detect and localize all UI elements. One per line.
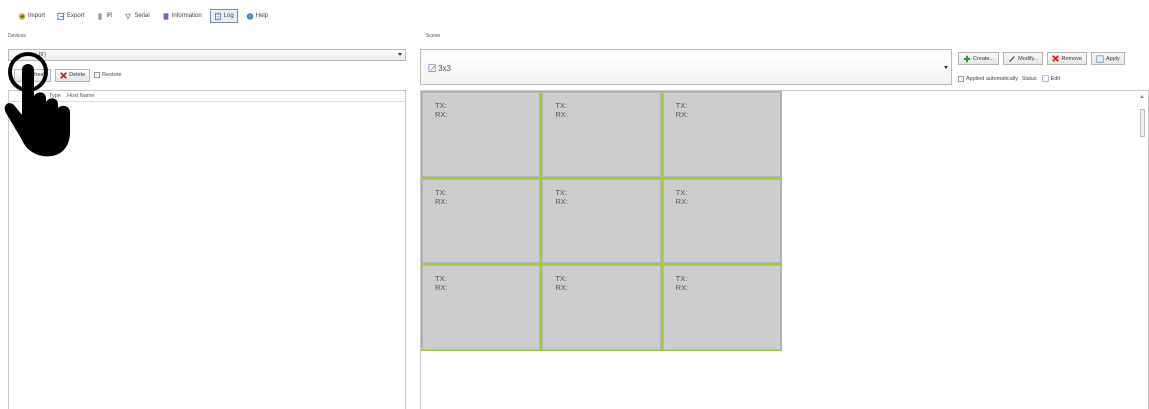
device-selector-value: ltr) bbox=[39, 52, 46, 58]
information-button[interactable]: Information bbox=[158, 9, 206, 23]
ir-label: IR bbox=[106, 13, 113, 19]
cell-rx: RX: bbox=[675, 283, 689, 293]
scene-cell[interactable]: TX: RX: bbox=[542, 92, 661, 177]
help-button[interactable]: ? Help bbox=[242, 9, 272, 23]
ir-icon bbox=[98, 12, 102, 20]
cell-rx: RX: bbox=[435, 283, 448, 293]
svg-text:?: ? bbox=[248, 14, 251, 20]
export-button[interactable]: Export bbox=[53, 9, 88, 23]
information-icon bbox=[163, 12, 169, 20]
help-icon: ? bbox=[246, 12, 253, 20]
devices-section-label: Devices bbox=[8, 33, 26, 39]
device-list-header: Type Host Name bbox=[9, 91, 405, 102]
create-button[interactable]: Create... bbox=[958, 52, 1000, 65]
pencil-icon bbox=[1009, 55, 1015, 62]
app-window: Import Export IR Serial Information Log … bbox=[0, 0, 1149, 409]
chevron-down-icon bbox=[944, 66, 948, 69]
log-button[interactable]: Log bbox=[209, 9, 238, 23]
device-list[interactable]: Type Host Name bbox=[8, 90, 406, 409]
scene-cell[interactable]: TX: RX: bbox=[422, 178, 541, 264]
serial-icon bbox=[125, 13, 132, 20]
scene-options: Applied automatically Status: Edit bbox=[958, 75, 1060, 82]
log-label: Log bbox=[223, 13, 234, 19]
import-button[interactable]: Import bbox=[14, 9, 49, 23]
delete-button[interactable]: Delete bbox=[55, 68, 91, 82]
edit-label: Edit bbox=[1050, 75, 1061, 82]
cell-rx: RX: bbox=[675, 196, 689, 206]
status-label: Status: bbox=[1021, 75, 1038, 82]
scene-cell[interactable]: TX: RX: bbox=[662, 265, 781, 350]
scroll-up-icon[interactable] bbox=[1140, 95, 1144, 98]
apply-icon bbox=[1096, 54, 1104, 63]
scene-cell[interactable]: TX: RX: bbox=[542, 178, 661, 264]
scene-section-label: Scene bbox=[426, 33, 441, 39]
edit-toggle[interactable]: Edit bbox=[1041, 75, 1061, 82]
scene-grid-3x3: TX: RX: TX: RX: TX: RX: TX: RX: TX: RX: TX: RX… bbox=[421, 91, 782, 351]
import-label: Import bbox=[28, 13, 46, 19]
edit-icon bbox=[1041, 75, 1049, 82]
remove-button[interactable]: Remove bbox=[1047, 52, 1087, 65]
scene-cell[interactable]: TX: RX: bbox=[662, 178, 781, 264]
restore-label: Restore bbox=[102, 72, 122, 78]
serial-label: Serial bbox=[134, 13, 150, 19]
cell-tx: TX: bbox=[555, 274, 567, 284]
plus-icon bbox=[963, 55, 971, 62]
apply-label: Apply bbox=[1105, 55, 1120, 62]
cell-tx: TX: bbox=[555, 101, 567, 110]
cell-tx: TX: bbox=[675, 187, 688, 197]
cell-rx: RX: bbox=[675, 110, 689, 119]
scene-edit-icon bbox=[428, 63, 436, 73]
cell-tx: TX: bbox=[435, 274, 447, 284]
restore-checkbox-box[interactable] bbox=[94, 72, 101, 78]
refresh-label: Refresh bbox=[27, 72, 47, 78]
ir-button[interactable]: IR bbox=[92, 9, 116, 23]
export-icon bbox=[57, 12, 65, 20]
scene-cell[interactable]: TX: RX: bbox=[662, 92, 781, 177]
cell-tx: TX: bbox=[555, 187, 567, 197]
scene-cell[interactable]: TX: RX: bbox=[422, 92, 541, 177]
applied-automatically-label: Applied automatically bbox=[966, 75, 1018, 82]
scrollbar-thumb[interactable] bbox=[1140, 109, 1145, 137]
scene-selector[interactable]: 3x3 bbox=[420, 49, 952, 85]
log-icon bbox=[214, 12, 221, 20]
restore-checkbox[interactable]: Restore bbox=[94, 72, 121, 78]
cell-rx: RX: bbox=[435, 196, 448, 206]
import-icon bbox=[18, 12, 26, 20]
device-actions: Refresh Delete Restore bbox=[14, 68, 121, 82]
cell-rx: RX: bbox=[435, 110, 448, 119]
cell-tx: TX: bbox=[435, 101, 447, 110]
information-label: Information bbox=[171, 13, 202, 19]
modify-button[interactable]: Modify... bbox=[1003, 52, 1044, 65]
delete-label: Delete bbox=[69, 72, 86, 78]
applied-automatically-box[interactable] bbox=[958, 75, 964, 82]
modify-label: Modify... bbox=[1018, 55, 1039, 62]
column-header-host-name[interactable]: Host Name bbox=[67, 93, 95, 99]
create-label: Create... bbox=[973, 55, 995, 62]
cell-tx: TX: bbox=[435, 187, 447, 197]
remove-icon bbox=[1052, 55, 1060, 62]
export-label: Export bbox=[67, 13, 85, 19]
remove-label: Remove bbox=[1061, 55, 1082, 62]
vertical-scrollbar[interactable] bbox=[1139, 95, 1146, 409]
scene-cell[interactable]: TX: RX: bbox=[542, 265, 661, 350]
applied-automatically-checkbox[interactable]: Applied automatically bbox=[958, 75, 1018, 82]
column-header-type[interactable]: Type bbox=[49, 93, 61, 99]
device-selector[interactable]: ltr) bbox=[8, 49, 406, 61]
main-toolbar: Import Export IR Serial Information Log … bbox=[0, 8, 1149, 24]
cell-rx: RX: bbox=[555, 283, 568, 293]
delete-icon bbox=[60, 71, 68, 79]
cell-tx: TX: bbox=[675, 274, 688, 284]
scene-cell[interactable]: TX: RX: bbox=[422, 265, 541, 350]
cell-tx: TX: bbox=[675, 101, 688, 110]
apply-button[interactable]: Apply bbox=[1090, 52, 1125, 65]
help-label: Help bbox=[255, 13, 269, 19]
cell-rx: RX: bbox=[555, 110, 568, 119]
cell-rx: RX: bbox=[555, 196, 568, 206]
refresh-button[interactable]: Refresh bbox=[14, 68, 52, 82]
serial-button[interactable]: Serial bbox=[120, 9, 153, 23]
scene-selector-value: 3x3 bbox=[438, 64, 451, 73]
scene-actions: Create... Modify... Remove Apply bbox=[958, 52, 1125, 65]
chevron-down-icon bbox=[398, 53, 402, 56]
